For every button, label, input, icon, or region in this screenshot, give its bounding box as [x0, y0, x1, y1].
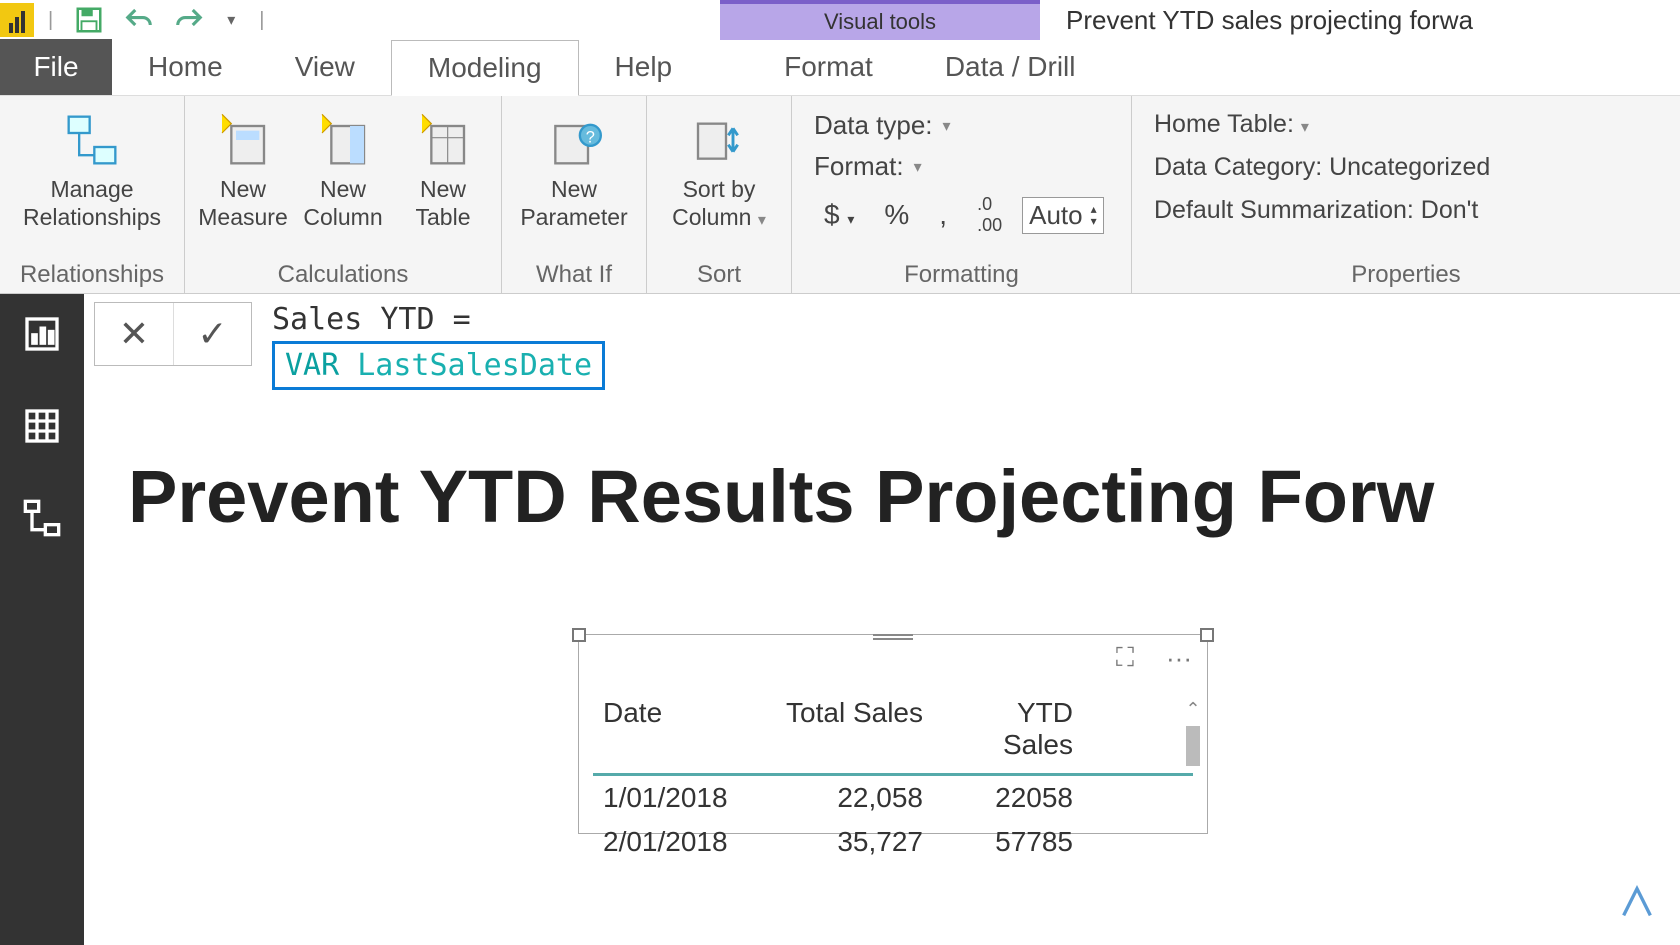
- group-relationships: Manage Relationships Relationships: [0, 96, 185, 293]
- percent-button[interactable]: %: [874, 197, 919, 233]
- report-canvas[interactable]: Prevent YTD Results Projecting Forw ⛶ ··…: [84, 394, 1680, 945]
- data-table: Date Total Sales YTD Sales 1/01/2018 22,…: [593, 691, 1193, 864]
- measure-icon: [211, 108, 275, 172]
- tab-strip: File Home View Modeling Help Format Data…: [0, 40, 1680, 96]
- scroll-up-icon[interactable]: ⌃: [1183, 699, 1203, 720]
- col-ytd-sales[interactable]: YTD Sales: [933, 691, 1083, 767]
- data-type-dropdown[interactable]: ▾: [943, 116, 951, 136]
- undo-button[interactable]: [121, 2, 157, 38]
- visual-header: ⛶ ···: [1107, 643, 1197, 673]
- spinner-down-icon[interactable]: ▾: [1091, 215, 1097, 227]
- group-calculations: New Measure New Column New Table Calcula…: [185, 96, 502, 293]
- group-label: Calculations: [278, 261, 409, 289]
- subscribe-badge: [1612, 877, 1662, 927]
- table-header: Date Total Sales YTD Sales: [593, 691, 1193, 776]
- group-label: What If: [536, 261, 612, 289]
- sort-by-column-button[interactable]: Sort by Column ▾: [659, 104, 779, 231]
- quick-access-toolbar: | ▾ |: [44, 2, 268, 38]
- scrollbar[interactable]: ⌃: [1183, 699, 1203, 829]
- sort-icon: [687, 108, 751, 172]
- parameter-icon: ?: [542, 108, 606, 172]
- new-measure-label: New Measure: [197, 176, 289, 231]
- tab-modeling[interactable]: Modeling: [391, 40, 579, 96]
- table-icon: [411, 108, 475, 172]
- cancel-formula-button[interactable]: ✕: [95, 303, 173, 365]
- data-view-button[interactable]: [16, 400, 68, 452]
- group-sort: Sort by Column ▾ Sort: [647, 96, 792, 293]
- new-column-button[interactable]: New Column: [297, 104, 389, 231]
- scroll-thumb[interactable]: [1186, 726, 1200, 766]
- separator: |: [44, 9, 57, 32]
- svg-text:?: ?: [586, 128, 595, 146]
- resize-handle[interactable]: [1200, 628, 1214, 642]
- new-parameter-label: New Parameter: [514, 176, 634, 231]
- formula-bar: ✕ ✓ Sales YTD = VAR LastSalesDate: [84, 294, 1680, 398]
- contextual-tab-visual-tools: Visual tools: [720, 0, 1040, 40]
- home-table-row[interactable]: Home Table: ▾: [1154, 110, 1658, 139]
- relationships-icon: [60, 108, 124, 172]
- decimals-value: Auto: [1029, 200, 1083, 231]
- column-icon: [311, 108, 375, 172]
- var-name: LastSalesDate: [357, 348, 592, 383]
- tab-file[interactable]: File: [0, 39, 112, 95]
- title-bar: | ▾ | Visual tools Prevent YTD sales pro…: [0, 0, 1680, 40]
- ribbon: Manage Relationships Relationships New M…: [0, 96, 1680, 294]
- commit-formula-button[interactable]: ✓: [173, 303, 251, 365]
- document-title: Prevent YTD sales projecting forwa: [1066, 0, 1473, 40]
- model-view-button[interactable]: [16, 492, 68, 544]
- group-what-if: ? New Parameter What If: [502, 96, 647, 293]
- currency-button[interactable]: $ ▾: [814, 197, 864, 233]
- group-label: Sort: [697, 261, 741, 289]
- manage-relationships-label: Manage Relationships: [12, 176, 172, 231]
- separator: |: [255, 9, 268, 32]
- col-date[interactable]: Date: [593, 691, 773, 767]
- new-parameter-button[interactable]: ? New Parameter: [514, 104, 634, 231]
- group-formatting: Data type: ▾ Format: ▾ $ ▾ % , .0.00 Aut…: [792, 96, 1132, 293]
- col-total-sales[interactable]: Total Sales: [773, 691, 933, 767]
- table-visual[interactable]: ⛶ ··· Date Total Sales YTD Sales 1/01/20…: [578, 634, 1208, 834]
- format-label: Format:: [814, 151, 904, 182]
- manage-relationships-button[interactable]: Manage Relationships: [12, 104, 172, 231]
- drag-handle[interactable]: [873, 634, 913, 642]
- save-button[interactable]: [71, 2, 107, 38]
- format-dropdown[interactable]: ▾: [914, 157, 922, 177]
- report-title: Prevent YTD Results Projecting Forw: [84, 394, 1680, 539]
- formula-buttons: ✕ ✓: [94, 302, 252, 366]
- group-properties: Home Table: ▾ Data Category: Uncategoriz…: [1132, 96, 1680, 293]
- formula-line-1: Sales YTD =: [272, 302, 605, 337]
- data-category-row[interactable]: Data Category: Uncategorized: [1154, 153, 1658, 182]
- group-label: Formatting: [904, 261, 1019, 289]
- group-label: Relationships: [20, 261, 164, 289]
- tab-data-drill[interactable]: Data / Drill: [909, 39, 1112, 95]
- tab-format[interactable]: Format: [748, 39, 909, 95]
- report-view-button[interactable]: [16, 308, 68, 360]
- chevron-down-icon: ▾: [758, 212, 766, 229]
- app-icon: [0, 3, 34, 37]
- sort-by-column-label: Sort by Column ▾: [659, 176, 779, 231]
- tab-view[interactable]: View: [259, 39, 391, 95]
- table-row: 2/01/2018 35,727 57785: [593, 820, 1193, 864]
- tab-home[interactable]: Home: [112, 39, 259, 95]
- decimal-button[interactable]: .0.00: [967, 192, 1012, 238]
- new-measure-button[interactable]: New Measure: [197, 104, 289, 231]
- default-summarization-row[interactable]: Default Summarization: Don't: [1154, 196, 1658, 225]
- table-row: 1/01/2018 22,058 22058: [593, 776, 1193, 820]
- formula-text[interactable]: Sales YTD = VAR LastSalesDate: [260, 302, 605, 390]
- comma-button[interactable]: ,: [929, 197, 957, 233]
- decimals-spinner[interactable]: Auto ▴▾: [1022, 197, 1104, 234]
- group-label: Properties: [1351, 261, 1460, 289]
- tab-help[interactable]: Help: [579, 39, 709, 95]
- formula-highlight: VAR LastSalesDate: [272, 341, 605, 390]
- var-keyword: VAR: [285, 348, 339, 383]
- redo-button[interactable]: [171, 2, 207, 38]
- new-table-button[interactable]: New Table: [397, 104, 489, 231]
- new-column-label: New Column: [297, 176, 389, 231]
- more-options-button[interactable]: ···: [1161, 643, 1197, 673]
- resize-handle[interactable]: [572, 628, 586, 642]
- focus-mode-button[interactable]: ⛶: [1107, 643, 1143, 673]
- left-nav: [0, 294, 84, 945]
- qat-customize-button[interactable]: ▾: [221, 2, 241, 38]
- data-type-label: Data type:: [814, 110, 933, 141]
- new-table-label: New Table: [397, 176, 489, 231]
